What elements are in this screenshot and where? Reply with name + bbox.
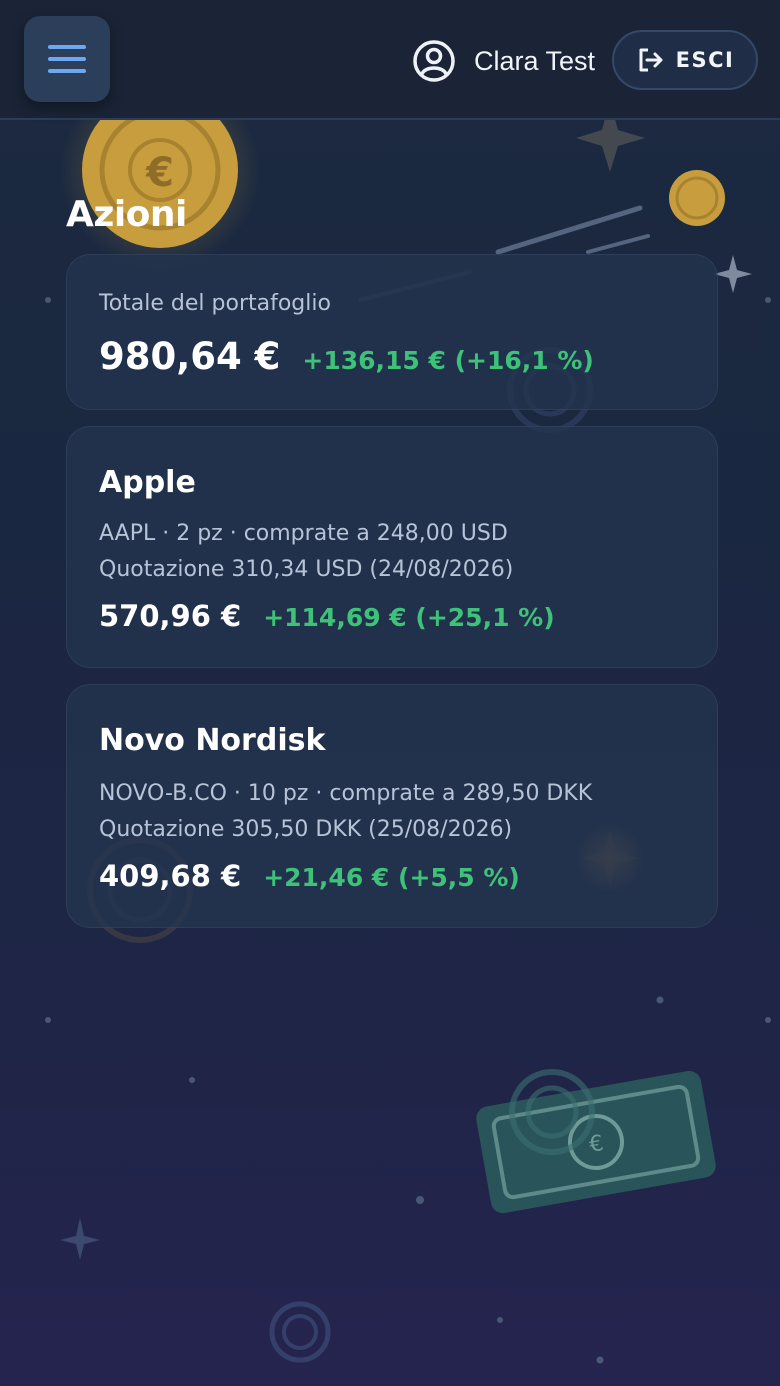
- portfolio-total-label: Totale del portafoglio: [99, 291, 331, 316]
- stock-value: 570,96 €: [99, 599, 242, 633]
- stock-name: Novo Nordisk: [99, 723, 326, 758]
- logout-icon: [639, 48, 663, 72]
- menu-button[interactable]: [24, 16, 110, 102]
- portfolio-total-value: 980,64 €: [99, 335, 281, 378]
- stock-card[interactable]: Novo Nordisk NOVO-B.CO · 10 pz · comprat…: [66, 684, 718, 928]
- logout-button[interactable]: ESCI: [612, 30, 758, 90]
- stock-card[interactable]: Apple AAPL · 2 pz · comprate a 248,00 US…: [66, 426, 718, 668]
- stock-change: +114,69 € (+25,1 %): [263, 603, 555, 632]
- stock-value: 409,68 €: [99, 859, 242, 893]
- stock-value-row: 409,68 € +21,46 € (+5,5 %): [99, 859, 520, 893]
- portfolio-total-row: 980,64 € +136,15 € (+16,1 %): [99, 335, 594, 378]
- top-bar: Clara Test ESCI: [0, 0, 780, 120]
- stock-details: AAPL · 2 pz · comprate a 248,00 USD: [99, 521, 508, 546]
- main-content: Azioni Totale del portafoglio 980,64 € +…: [0, 0, 780, 1386]
- portfolio-total-change: +136,15 € (+16,1 %): [302, 346, 594, 375]
- logout-label: ESCI: [675, 48, 735, 72]
- stock-name: Apple: [99, 465, 196, 500]
- portfolio-total-card: Totale del portafoglio 980,64 € +136,15 …: [66, 254, 718, 410]
- stock-change: +21,46 € (+5,5 %): [263, 863, 520, 892]
- stock-details: NOVO-B.CO · 10 pz · comprate a 289,50 DK…: [99, 781, 593, 806]
- user-info: Clara Test: [412, 38, 595, 84]
- page-title: Azioni: [66, 194, 187, 235]
- stock-value-row: 570,96 € +114,69 € (+25,1 %): [99, 599, 555, 633]
- stock-quote: Quotazione 310,34 USD (24/08/2026): [99, 557, 514, 582]
- user-name: Clara Test: [474, 45, 596, 76]
- hamburger-menu-icon: [48, 45, 86, 49]
- user-circle-icon: [413, 40, 455, 82]
- stock-quote: Quotazione 305,50 DKK (25/08/2026): [99, 817, 513, 842]
